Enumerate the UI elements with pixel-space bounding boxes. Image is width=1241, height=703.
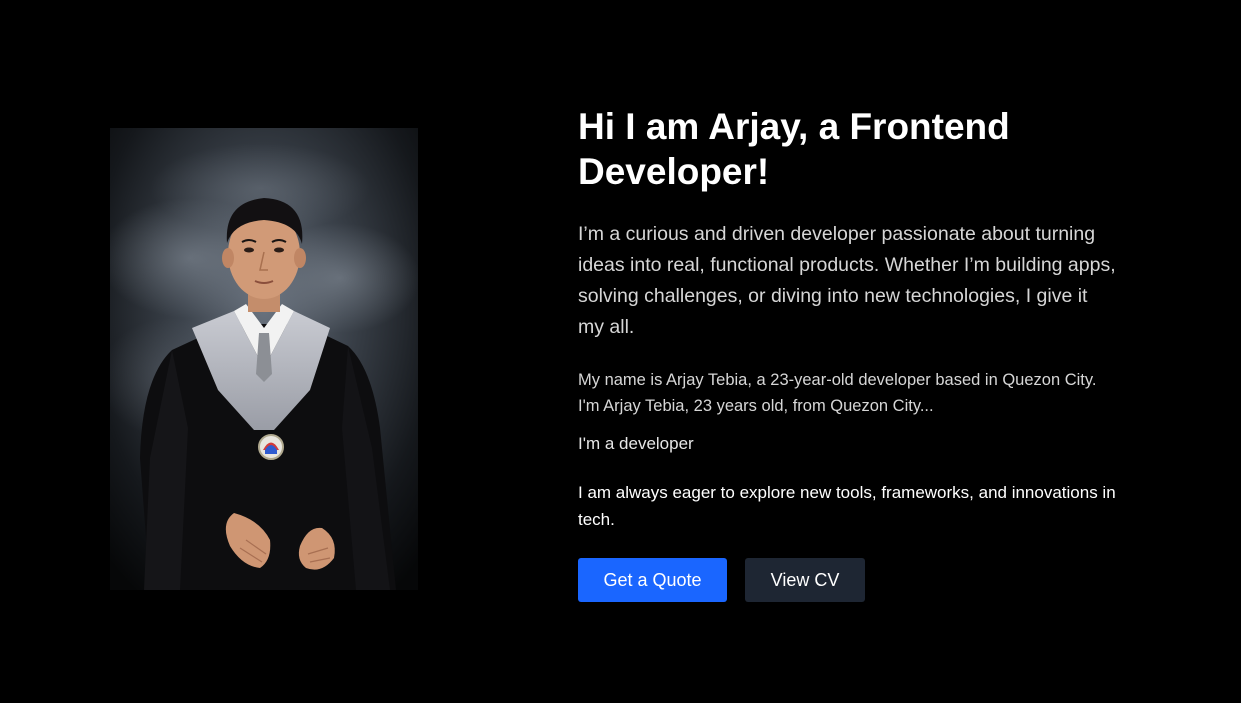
hero-actions: Get a Quote View CV [578, 558, 1138, 602]
hero-content: Hi I am Arjay, a Frontend Developer! I’m… [578, 104, 1138, 602]
eager-paragraph: I am always eager to explore new tools, … [578, 483, 1116, 529]
role-text: I'm a developer [578, 434, 694, 453]
hero-section: Hi I am Arjay, a Frontend Developer! I’m… [0, 0, 1241, 703]
hero-lead-paragraph: I’m a curious and driven developer passi… [578, 223, 1116, 338]
bio-paragraph: My name is Arjay Tebia, a 23-year-old de… [578, 371, 1097, 415]
get-a-quote-button[interactable]: Get a Quote [578, 558, 727, 602]
hero-title: Hi I am Arjay, a Frontend Developer! [578, 106, 1010, 192]
profile-photo [110, 128, 418, 590]
view-cv-button[interactable]: View CV [745, 558, 865, 602]
